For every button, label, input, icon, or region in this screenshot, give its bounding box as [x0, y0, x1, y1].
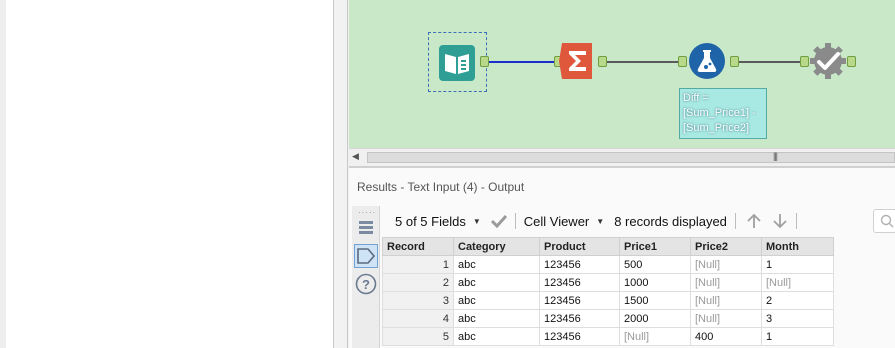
- price1-cell[interactable]: 500: [619, 255, 691, 274]
- test-tool[interactable]: [809, 42, 847, 80]
- help-button[interactable]: ?: [354, 272, 378, 296]
- price1-cell[interactable]: 1000: [619, 273, 691, 292]
- record-cell: 4: [382, 309, 454, 328]
- table-row[interactable]: 5 abc 123456 [Null] 400 1: [382, 327, 834, 346]
- price2-cell[interactable]: 400: [690, 327, 762, 346]
- results-window: Results - Text Input (4) - Output ····· …: [349, 166, 895, 348]
- month-cell[interactable]: 1: [761, 255, 834, 274]
- summarize-tool[interactable]: [559, 43, 595, 79]
- help-icon: ?: [355, 273, 377, 295]
- price2-cell[interactable]: [Null]: [690, 255, 762, 274]
- arrow-up-icon[interactable]: [746, 213, 762, 229]
- records-displayed-label: 8 records displayed: [614, 213, 727, 229]
- search-icon: [880, 214, 894, 228]
- summarize-output-anchor[interactable]: [598, 56, 607, 67]
- sigma-icon: [559, 43, 592, 79]
- price2-cell[interactable]: [Null]: [690, 291, 762, 310]
- formula-annotation: Diff = [Sum_Price1] - [Sum_Price2]: [679, 88, 767, 139]
- price2-cell[interactable]: [Null]: [690, 309, 762, 328]
- category-cell[interactable]: abc: [453, 291, 540, 310]
- grid-header-row: Record Category Product Price1 Price2 Mo…: [382, 237, 834, 256]
- fields-dropdown[interactable]: 5 of 5 Fields ▼: [395, 214, 481, 229]
- scrollbar-grip: |||: [773, 151, 778, 161]
- checkmark-gear-icon: [810, 43, 846, 79]
- table-view-icon: [359, 221, 373, 234]
- text-input-tool[interactable]: [428, 32, 487, 92]
- scrollbar-thumb[interactable]: |||: [367, 151, 895, 163]
- connection-summarize-to-formula[interactable]: [606, 61, 682, 63]
- workflow-canvas[interactable]: Diff = [Sum_Price1] - [Sum_Price2]: [349, 0, 895, 148]
- price2-cell[interactable]: [Null]: [690, 273, 762, 292]
- category-cell[interactable]: abc: [453, 273, 540, 292]
- configuration-panel: [0, 0, 334, 348]
- table-row[interactable]: 3 abc 123456 1500 [Null] 2: [382, 291, 834, 310]
- product-cell[interactable]: 123456: [539, 291, 620, 310]
- price1-cell[interactable]: 1500: [619, 291, 691, 310]
- column-header-category[interactable]: Category: [453, 237, 540, 256]
- toolbar-divider: [795, 213, 797, 229]
- svg-text:?: ?: [362, 277, 370, 292]
- search-input[interactable]: [873, 209, 895, 233]
- record-cell: 5: [382, 327, 454, 346]
- text-input-output-anchor[interactable]: [480, 56, 489, 67]
- toolbar-divider: [514, 213, 516, 229]
- app-window: Diff = [Sum_Price1] - [Sum_Price2] ◀ |||…: [0, 0, 895, 348]
- record-cell: 3: [382, 291, 454, 310]
- price1-cell[interactable]: [Null]: [619, 327, 691, 346]
- month-cell[interactable]: [Null]: [761, 273, 834, 292]
- table-view-button[interactable]: [354, 216, 378, 240]
- metadata-view-button[interactable]: [354, 244, 378, 268]
- price1-cell[interactable]: 2000: [619, 309, 691, 328]
- fields-dropdown-label: 5 of 5 Fields: [395, 213, 466, 229]
- product-cell[interactable]: 123456: [539, 327, 620, 346]
- category-cell[interactable]: abc: [453, 309, 540, 328]
- month-cell[interactable]: 3: [761, 309, 834, 328]
- arrow-down-icon[interactable]: [772, 213, 788, 229]
- results-title: Results - Text Input (4) - Output: [357, 180, 525, 194]
- cell-viewer-dropdown[interactable]: Cell Viewer ▼: [524, 214, 604, 229]
- month-cell[interactable]: 2: [761, 291, 834, 310]
- column-header-price1[interactable]: Price1: [619, 237, 691, 256]
- test-input-anchor[interactable]: [800, 56, 809, 67]
- annotation-line-2: [Sum_Price1] -: [683, 107, 756, 119]
- results-grid: Record Category Product Price1 Price2 Mo…: [382, 237, 834, 346]
- formula-tool[interactable]: [688, 42, 726, 80]
- column-header-record[interactable]: Record: [382, 237, 454, 256]
- record-cell: 2: [382, 273, 454, 292]
- column-header-month[interactable]: Month: [761, 237, 834, 256]
- panel-splitter[interactable]: [334, 0, 348, 348]
- canvas-horizontal-scrollbar[interactable]: ◀ |||: [349, 148, 895, 165]
- product-cell[interactable]: 123456: [539, 309, 620, 328]
- toolbar-divider: [734, 213, 736, 229]
- chevron-down-icon: ▼: [596, 216, 605, 226]
- category-cell[interactable]: abc: [453, 255, 540, 274]
- formula-input-anchor[interactable]: [678, 56, 687, 67]
- test-output-anchor[interactable]: [847, 56, 856, 67]
- scroll-left-arrow-icon[interactable]: ◀: [352, 151, 359, 162]
- formula-output-anchor[interactable]: [730, 56, 739, 67]
- column-header-price2[interactable]: Price2: [690, 237, 762, 256]
- checkmark-icon[interactable]: [490, 214, 507, 228]
- tag-icon: [357, 248, 375, 264]
- annotation-line-1: Diff =: [683, 92, 709, 104]
- book-icon: [439, 45, 475, 81]
- connection-formula-to-test[interactable]: [738, 61, 802, 63]
- table-row[interactable]: 2 abc 123456 1000 [Null] [Null]: [382, 273, 834, 292]
- flask-icon: [689, 43, 725, 79]
- results-side-toolbar: ····· ?: [352, 206, 380, 348]
- results-toolbar: 5 of 5 Fields ▼ Cell Viewer ▼ 8 records …: [385, 208, 895, 234]
- table-row[interactable]: 1 abc 123456 500 [Null] 1: [382, 255, 834, 274]
- records-displayed: 8 records displayed: [614, 214, 727, 229]
- annotation-line-3: [Sum_Price2]: [683, 122, 750, 134]
- record-cell: 1: [382, 255, 454, 274]
- column-header-product[interactable]: Product: [539, 237, 620, 256]
- chevron-down-icon: ▼: [472, 216, 481, 226]
- cell-viewer-label: Cell Viewer: [523, 213, 590, 229]
- connection-text-input-to-summarize[interactable]: [488, 61, 556, 63]
- table-row[interactable]: 4 abc 123456 2000 [Null] 3: [382, 309, 834, 328]
- product-cell[interactable]: 123456: [539, 273, 620, 292]
- category-cell[interactable]: abc: [453, 327, 540, 346]
- product-cell[interactable]: 123456: [539, 255, 620, 274]
- month-cell[interactable]: 1: [761, 327, 834, 346]
